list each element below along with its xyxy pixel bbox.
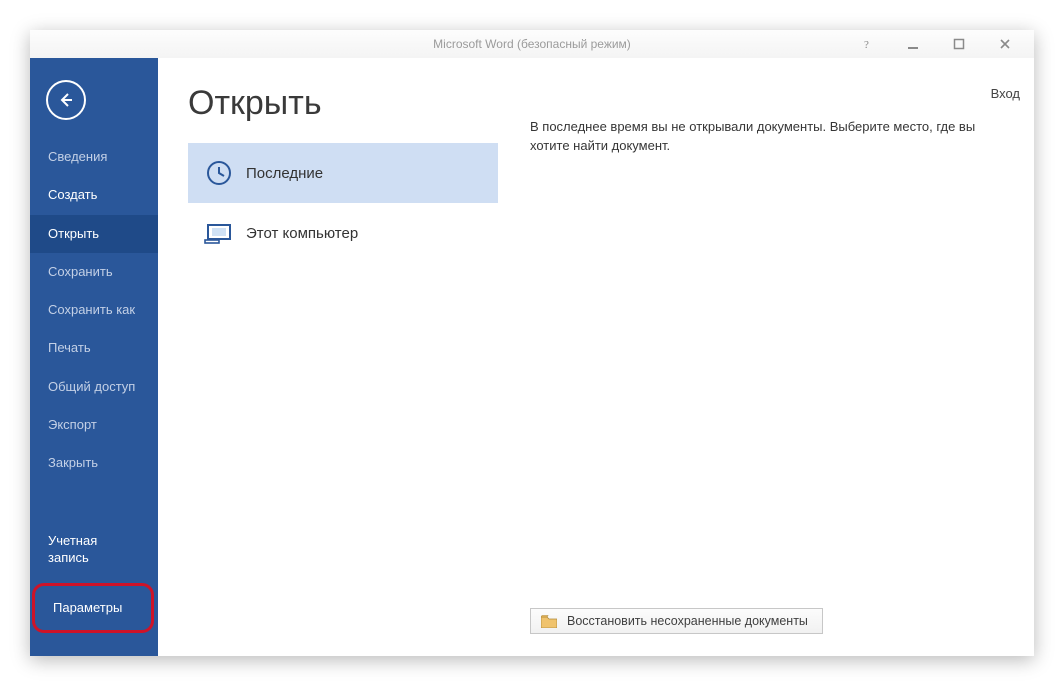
title-bar: Microsoft Word (безопасный режим) ?	[30, 30, 1034, 58]
minimize-button[interactable]	[890, 34, 936, 54]
options-highlight: Параметры	[32, 583, 154, 633]
nav-print[interactable]: Печать	[30, 329, 158, 367]
nav-open[interactable]: Открыть	[30, 215, 158, 253]
maximize-button[interactable]	[936, 34, 982, 54]
nav-info[interactable]: Сведения	[30, 138, 158, 176]
nav-options[interactable]: Параметры	[39, 590, 147, 626]
folder-icon	[541, 615, 557, 628]
nav-new[interactable]: Создать	[30, 176, 158, 214]
back-button[interactable]	[46, 80, 86, 120]
place-label: Этот компьютер	[246, 225, 358, 242]
recover-label: Восстановить несохраненные документы	[567, 614, 808, 628]
nav-save-as[interactable]: Сохранить как	[30, 291, 158, 329]
clock-icon	[202, 159, 236, 187]
nav-close[interactable]: Закрыть	[30, 444, 158, 482]
svg-text:?: ?	[864, 39, 869, 50]
place-label: Последние	[246, 165, 323, 182]
close-button[interactable]	[982, 34, 1028, 54]
help-button[interactable]: ?	[844, 34, 890, 54]
nav-export[interactable]: Экспорт	[30, 406, 158, 444]
window-title: Microsoft Word (безопасный режим)	[433, 37, 631, 51]
no-recent-hint: В последнее время вы не открывали докуме…	[530, 118, 1012, 156]
places-list: Последние Этот ком	[188, 143, 498, 263]
nav-account[interactable]: Учетная запись	[30, 522, 158, 577]
recover-unsaved-button[interactable]: Восстановить несохраненные документы	[530, 608, 823, 634]
place-recent[interactable]: Последние	[188, 143, 498, 203]
page-title: Открыть	[188, 84, 498, 123]
nav-share[interactable]: Общий доступ	[30, 368, 158, 406]
place-this-pc[interactable]: Этот компьютер	[188, 203, 498, 263]
computer-icon	[202, 220, 236, 246]
backstage-sidebar: Сведения Создать Открыть Сохранить Сохра…	[30, 58, 158, 656]
nav-save[interactable]: Сохранить	[30, 253, 158, 291]
arrow-left-icon	[56, 90, 76, 110]
